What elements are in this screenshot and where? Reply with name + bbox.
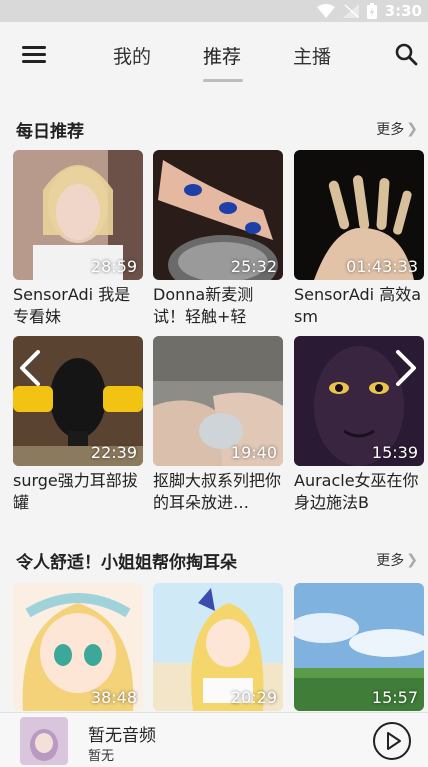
video-title[interactable]: Donna新麦测试！轻触+轻 [153, 284, 283, 328]
play-icon[interactable] [372, 721, 412, 761]
chevron-right-icon: ❯ [406, 121, 418, 137]
status-time: 3:30 [384, 2, 422, 20]
video-thumbnail[interactable]: 25:32 [153, 150, 283, 280]
video-title[interactable]: surge强力耳部拔罐 [13, 470, 143, 514]
video-thumbnail[interactable]: 15:57 [294, 583, 424, 711]
video-title[interactable]: SensorAdi 我是专看妹 [13, 284, 143, 328]
video-card[interactable]: 19:40 抠脚大叔系列把你的耳朵放进… [153, 336, 283, 514]
section-daily-header: 每日推荐 更多 ❯ [0, 113, 428, 143]
video-duration: 25:32 [230, 257, 277, 276]
video-thumbnail[interactable]: 19:40 [153, 336, 283, 466]
tab-recommended[interactable]: 推荐 [203, 42, 241, 69]
video-duration: 28:59 [90, 257, 137, 276]
video-thumbnail[interactable]: 38:48 [13, 583, 143, 711]
video-duration: 20:29 [230, 688, 277, 707]
video-duration: 15:57 [371, 688, 418, 707]
tab-indicator [203, 79, 243, 82]
chevron-left-icon[interactable] [18, 350, 42, 386]
no-signal-icon [342, 4, 359, 18]
more-link[interactable]: 更多 ❯ [376, 119, 418, 139]
more-link[interactable]: 更多 ❯ [376, 550, 418, 570]
battery-charging-icon [366, 3, 377, 19]
player-cover-image [20, 717, 68, 765]
section-title: 每日推荐 [16, 122, 84, 142]
video-duration: 15:39 [371, 443, 418, 462]
wifi-icon [316, 4, 335, 18]
video-title[interactable]: SensorAdi 高效asm [294, 284, 424, 328]
status-bar: 3:30 [0, 0, 428, 22]
tab-hosts[interactable]: 主播 [293, 42, 331, 69]
section-ear-cleaning-header: 令人舒适！小姐姐帮你掏耳朵 更多 ❯ [0, 544, 428, 574]
video-thumbnail[interactable]: 01:43:33 [294, 150, 424, 280]
video-card[interactable]: 28:59 SensorAdi 我是专看妹 [13, 150, 143, 328]
status-icons: 3:30 [316, 0, 422, 22]
video-thumbnail[interactable]: 20:29 [153, 583, 283, 711]
video-card[interactable]: 01:43:33 SensorAdi 高效asm [294, 150, 424, 328]
video-card[interactable]: 25:32 Donna新麦测试！轻触+轻 [153, 150, 283, 328]
video-duration: 38:48 [90, 688, 137, 707]
player-title: 暂无音频 [88, 726, 156, 746]
tab-mine[interactable]: 我的 [113, 42, 151, 69]
search-icon[interactable] [394, 42, 418, 66]
menu-icon[interactable] [22, 46, 46, 64]
section-title: 令人舒适！小姐姐帮你掏耳朵 [16, 553, 237, 573]
video-title[interactable]: Auracle女巫在你身边施法B [294, 470, 424, 514]
player-subtitle: 暂无 [88, 749, 115, 764]
video-card[interactable]: 20:29 [153, 583, 283, 711]
video-duration: 22:39 [90, 443, 137, 462]
chevron-right-icon: ❯ [406, 552, 418, 568]
video-duration: 01:43:33 [346, 257, 418, 276]
video-title[interactable]: 抠脚大叔系列把你的耳朵放进… [153, 470, 283, 514]
video-thumbnail[interactable]: 28:59 [13, 150, 143, 280]
video-card[interactable]: 38:48 [13, 583, 143, 711]
top-navigation: 我的 推荐 主播 [0, 22, 428, 92]
mini-player[interactable]: 暂无音频 暂无 [0, 712, 428, 767]
more-label: 更多 [376, 553, 405, 569]
video-duration: 19:40 [230, 443, 277, 462]
more-label: 更多 [376, 122, 405, 138]
video-card[interactable]: 15:57 [294, 583, 424, 711]
chevron-right-icon[interactable] [394, 350, 418, 386]
